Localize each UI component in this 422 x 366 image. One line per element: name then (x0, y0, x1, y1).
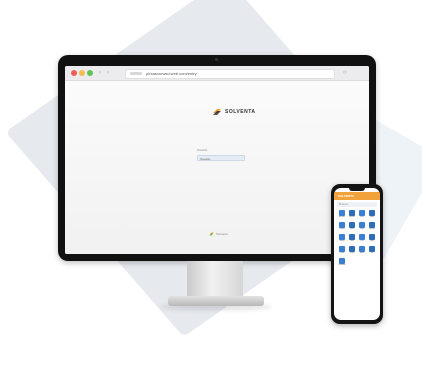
phone-app-tile[interactable]: Energia (367, 222, 377, 234)
phone-brand: SOLVENTA (338, 194, 354, 198)
app-tile-label: Red (370, 253, 374, 254)
app-tile-label: Energia (369, 229, 375, 230)
reload-icon[interactable]: ⟳ (343, 69, 347, 77)
desktop-monitor: ‹ › pirxasnorwsd.web.com/entry ⟳ SOLVENT… (58, 55, 376, 261)
url-text: pirxasnorwsd.web.com/entry (146, 71, 197, 76)
app-tile-label: Datos (360, 217, 364, 218)
app-tile-label: Lista (360, 241, 364, 242)
app-tile-label: Tabla (350, 241, 354, 242)
app-tile-label: Archivos (339, 217, 345, 218)
forward-arrow-icon[interactable]: › (107, 69, 109, 77)
phone-app-tile[interactable]: Monitor (337, 234, 347, 246)
maximize-window-button[interactable] (87, 70, 93, 76)
phone-app-tile[interactable]: Red (367, 246, 377, 258)
lock-icon (130, 72, 142, 75)
phone-screen: SOLVENTA Buscar Archivos Ajustes Datos Envi… (334, 188, 380, 320)
phone-app-tile[interactable]: Carpeta (337, 222, 347, 234)
smartphone: SOLVENTA Buscar Archivos Ajustes Datos Envi… (331, 184, 383, 324)
brand-name: SOLVENTA (225, 109, 256, 115)
app-tile-label: Grupo (349, 253, 355, 254)
app-tile-label: Monitor (339, 241, 345, 242)
app-tile-label: Camion (339, 253, 345, 254)
phone-app-tile[interactable]: Datos (357, 210, 367, 222)
phone-app-tile[interactable]: Pago (357, 222, 367, 234)
phone-app-grid: Archivos Ajustes Datos Enviar Carpeta Editar P… (337, 210, 377, 270)
phone-app-tile[interactable]: Editar (347, 222, 357, 234)
app-tile-label: Ajustes (349, 217, 355, 218)
phone-app-tile[interactable]: Movil (367, 234, 377, 246)
app-tile-label: Carpeta (339, 229, 345, 230)
phone-app-tile[interactable]: Calendario (337, 258, 347, 270)
username-input[interactable]: Usuario (197, 155, 245, 161)
monitor-stand (187, 261, 243, 301)
back-arrow-icon[interactable]: ‹ (99, 69, 101, 77)
monitor-base (168, 296, 264, 306)
phone-app-header: SOLVENTA (334, 192, 380, 200)
phone-app-tile[interactable]: Enviar (367, 210, 377, 222)
phone-app-tile[interactable]: Ajustes (347, 210, 357, 222)
camera-dot (215, 58, 218, 61)
app-tile-label: Movil (370, 241, 374, 242)
close-window-button[interactable] (71, 70, 77, 76)
phone-search-input[interactable]: Buscar (337, 202, 377, 207)
minimize-window-button[interactable] (79, 70, 85, 76)
browser-toolbar: ‹ › pirxasnorwsd.web.com/entry ⟳ (65, 66, 369, 81)
brand-logo: SOLVENTA (212, 107, 255, 117)
brand-logo-icon (213, 109, 221, 115)
app-tile-label: Editar (350, 229, 354, 230)
phone-app-tile[interactable]: Archivos (337, 210, 347, 222)
phone-app-tile[interactable]: Ayuda (357, 246, 367, 258)
phone-app-tile[interactable]: Camion (337, 246, 347, 258)
app-tile-label: Enviar (369, 217, 375, 218)
footer-text: Solventa (216, 232, 228, 236)
address-bar[interactable]: pirxasnorwsd.web.com/entry (125, 69, 335, 79)
page-footer: Solventa (209, 232, 228, 236)
app-tile-label: Calendario (338, 265, 346, 266)
app-tile-label: Pago (360, 229, 364, 230)
phone-app-tile[interactable]: Lista (357, 234, 367, 246)
username-label: Usuario (197, 148, 208, 152)
phone-app-tile[interactable]: Tabla (347, 234, 357, 246)
web-page: SOLVENTA Usuario Usuario Solventa (65, 81, 369, 254)
monitor-screen: ‹ › pirxasnorwsd.web.com/entry ⟳ SOLVENT… (65, 66, 369, 254)
app-tile-label: Ayuda (359, 253, 365, 254)
phone-app-tile[interactable]: Grupo (347, 246, 357, 258)
phone-notch (349, 188, 365, 191)
login-form: Usuario Usuario (197, 148, 247, 161)
footer-logo-icon (209, 232, 214, 236)
